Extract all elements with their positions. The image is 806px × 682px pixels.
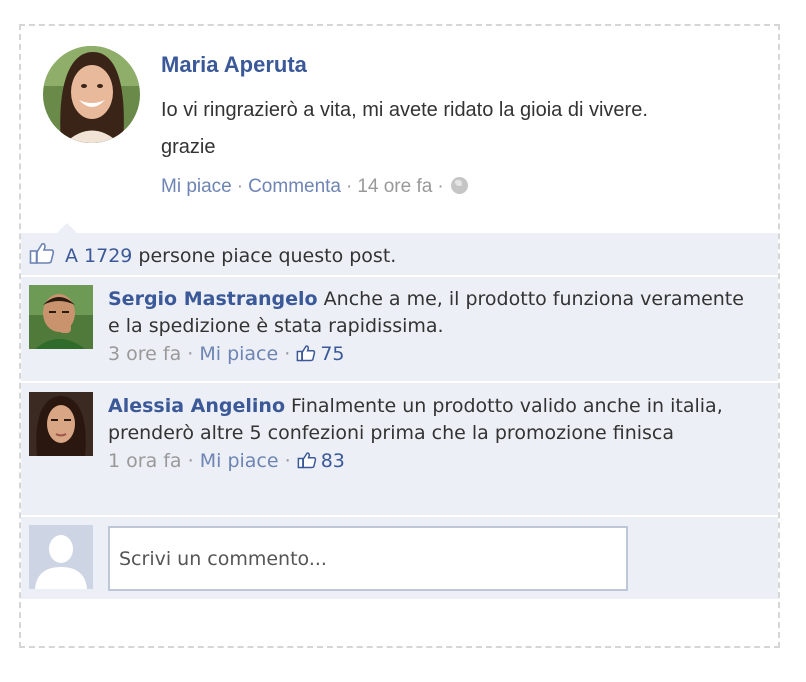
comment-body: Sergio Mastrangelo Anche a me, il prodot… xyxy=(108,286,748,370)
comment-like-count[interactable]: 83 xyxy=(297,450,345,472)
user-avatar-placeholder xyxy=(29,525,93,589)
like-count-value: 83 xyxy=(320,450,345,472)
like-link[interactable]: Mi piace xyxy=(161,176,232,197)
like-count-value: 75 xyxy=(320,343,345,365)
commenter-name[interactable]: Alessia Angelino xyxy=(108,395,285,417)
divider xyxy=(21,515,778,517)
post-actions: Mi piace · Commenta · 14 ore fa · xyxy=(161,176,468,198)
likes-count-link[interactable]: A 1729 xyxy=(65,245,132,267)
separator-dot: · xyxy=(346,176,353,197)
globe-icon[interactable] xyxy=(450,177,468,194)
post-timestamp[interactable]: 14 ore fa xyxy=(357,176,432,197)
comment-meta: 3 ore fa · Mi piace · 75 xyxy=(108,341,748,370)
thumbs-up-icon xyxy=(29,241,55,270)
comment-timestamp[interactable]: 1 ora fa xyxy=(108,450,182,472)
post-text: Io vi ringrazierò a vita, mi avete ridat… xyxy=(161,99,648,158)
comment-meta: 1 ora fa · Mi piace · 83 xyxy=(108,448,748,477)
separator-dot: · xyxy=(236,176,244,197)
post: Maria Aperuta Io vi ringrazierò a vita, … xyxy=(21,26,778,231)
likes-summary: A 1729 persone piace questo post. xyxy=(29,241,396,270)
comment-timestamp[interactable]: 3 ore fa xyxy=(108,343,181,365)
commenter-avatar[interactable] xyxy=(29,285,93,349)
feedback-caret xyxy=(57,223,77,233)
comment-link[interactable]: Commenta xyxy=(248,176,341,197)
author-avatar[interactable] xyxy=(43,46,140,143)
separator-dot: · xyxy=(187,343,194,365)
comment-input[interactable] xyxy=(108,526,628,591)
thumbs-up-icon xyxy=(297,450,317,477)
commenter-avatar[interactable] xyxy=(29,392,93,456)
comment-like-link[interactable]: Mi piace xyxy=(199,343,278,365)
comment-item: Sergio Mastrangelo Anche a me, il prodot… xyxy=(21,277,778,381)
commenter-name[interactable]: Sergio Mastrangelo xyxy=(108,288,318,310)
separator-dot: · xyxy=(284,450,291,472)
separator-dot: · xyxy=(437,176,444,197)
comment-item: Alessia Angelino Finalmente un prodotto … xyxy=(21,383,778,515)
thumbs-up-icon xyxy=(296,343,316,370)
comment-body: Alessia Angelino Finalmente un prodotto … xyxy=(108,393,748,477)
likes-summary-text: persone piace questo post. xyxy=(132,245,397,267)
comment-like-count[interactable]: 75 xyxy=(296,343,345,365)
reply-row xyxy=(21,521,778,599)
feedback-area: A 1729 persone piace questo post. Sergio… xyxy=(21,233,778,599)
separator-dot: · xyxy=(284,343,291,365)
separator-dot: · xyxy=(187,450,194,472)
post-frame: Maria Aperuta Io vi ringrazierò a vita, … xyxy=(19,24,780,648)
comment-like-link[interactable]: Mi piace xyxy=(200,450,279,472)
post-author-name[interactable]: Maria Aperuta xyxy=(161,52,307,78)
